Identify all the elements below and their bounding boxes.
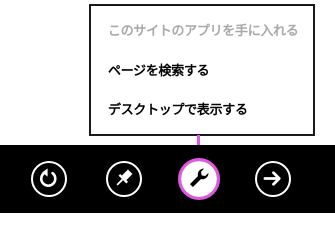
app-bar — [0, 145, 335, 213]
menu-item-view-on-desktop[interactable]: デスクトップで表示する — [108, 103, 248, 119]
highlight-ring — [178, 158, 220, 200]
page-tools-menu: このサイトのアプリを手に入れる ページを検索する デスクトップで表示する — [89, 4, 315, 136]
menu-item-find-on-page[interactable]: ページを検索する — [108, 64, 210, 80]
screen: このサイトのアプリを手に入れる ページを検索する デスクトップで表示する — [0, 0, 335, 213]
pin-icon — [116, 169, 133, 186]
forward-button[interactable] — [255, 161, 291, 197]
forward-arrow-icon — [263, 171, 281, 186]
menu-item-get-app: このサイトのアプリを手に入れる — [108, 24, 299, 39]
refresh-button[interactable] — [31, 161, 67, 197]
refresh-icon — [39, 168, 57, 187]
pin-button[interactable] — [106, 161, 142, 197]
